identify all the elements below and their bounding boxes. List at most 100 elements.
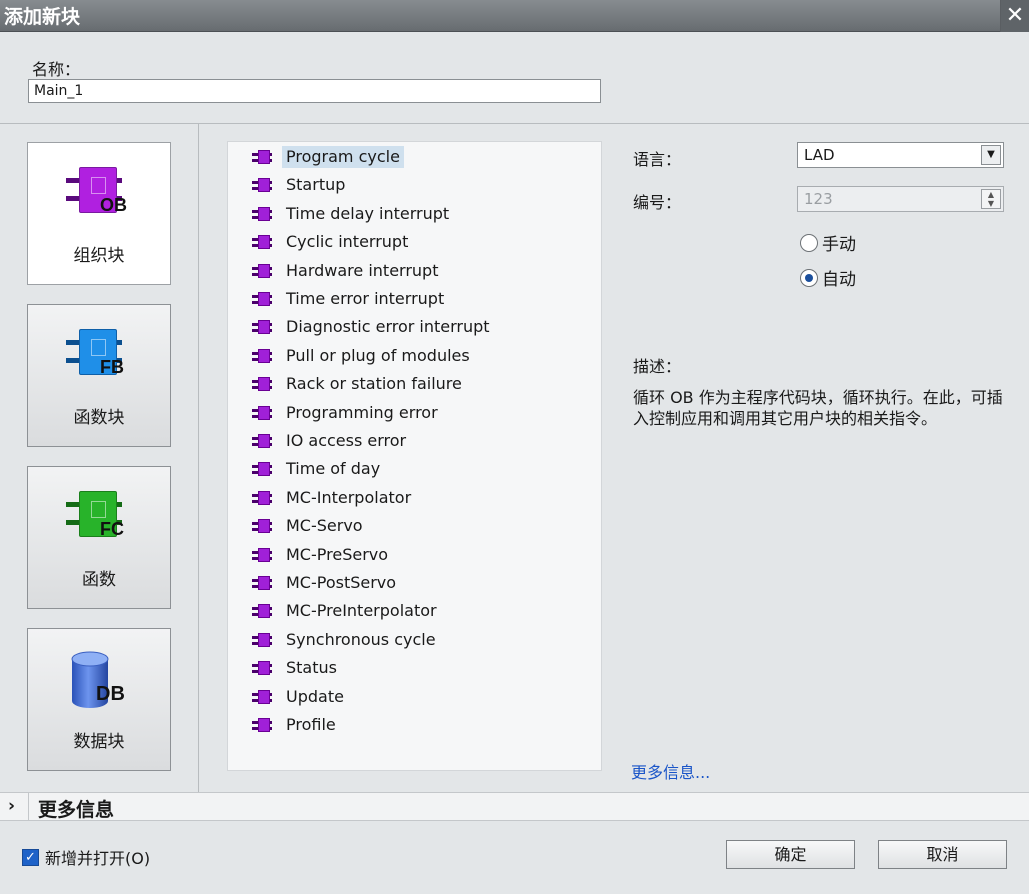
- close-icon[interactable]: ✕: [1000, 0, 1029, 32]
- ob-block-icon: [252, 632, 276, 648]
- block-type-fc-button[interactable]: FC 函数: [27, 466, 171, 609]
- block-type-ob-button[interactable]: OB 组织块: [27, 142, 171, 285]
- ob-block-icon: [252, 234, 276, 250]
- add-and-open-label: 新增并打开(O): [45, 849, 151, 868]
- ob-list-item[interactable]: Program cycle: [252, 145, 404, 169]
- number-label: 编号：: [633, 193, 682, 212]
- block-type-label: 组织块: [73, 246, 125, 266]
- divider: [0, 123, 1029, 124]
- cancel-button[interactable]: 取消: [878, 840, 1007, 869]
- ob-list-item[interactable]: Cyclic interrupt: [252, 230, 412, 254]
- ob-list-item-label: Status: [286, 658, 337, 678]
- ob-block-icon: [252, 405, 276, 421]
- ob-list-item[interactable]: Status: [252, 656, 341, 680]
- radio-auto-label: 自动: [822, 270, 856, 290]
- ob-list-item-label: Rack or station failure: [286, 374, 462, 394]
- ob-block-icon: [252, 547, 276, 563]
- language-label: 语言：: [633, 150, 682, 169]
- more-info-bar[interactable]: › 更多信息: [0, 792, 1029, 821]
- ob-list-item-label: MC-Servo: [286, 516, 363, 536]
- ob-list-item-label: MC-PreServo: [286, 544, 389, 564]
- ob-list-item-label: Pull or plug of modules: [286, 345, 470, 365]
- ob-type-list: Program cycle Startup Time delay interrupt…: [227, 141, 602, 771]
- more-info-bar-label: 更多信息: [38, 799, 115, 821]
- ob-list-item[interactable]: MC-PostServo: [252, 571, 400, 595]
- dialog-title: 添加新块: [4, 6, 81, 28]
- ob-list-item-label: MC-PreInterpolator: [286, 601, 437, 621]
- radio-checked-icon: [800, 268, 818, 287]
- block-type-label: 函数块: [73, 408, 125, 428]
- ob-list-item-label: Program cycle: [282, 146, 404, 168]
- ob-block-icon: [252, 206, 276, 222]
- ob-block-icon: [252, 291, 276, 307]
- radio-manual-label: 手动: [822, 235, 856, 255]
- ob-block-icon: [252, 717, 276, 733]
- ob-list-item-label: Profile: [286, 715, 336, 734]
- ob-list-item-label: MC-Interpolator: [286, 487, 412, 507]
- ob-list-item-label: Update: [286, 686, 344, 706]
- radio-manual[interactable]: 手动: [800, 230, 856, 255]
- block-type-db-button[interactable]: DB 数据块: [27, 628, 171, 771]
- description-label: 描述：: [633, 357, 682, 376]
- radio-auto[interactable]: 自动: [800, 265, 856, 290]
- divider: [28, 793, 29, 821]
- more-info-link[interactable]: 更多信息...: [631, 759, 710, 783]
- ok-button[interactable]: 确定: [726, 840, 855, 869]
- ob-list-item[interactable]: Rack or station failure: [252, 372, 466, 396]
- title-bar: 添加新块 ✕: [0, 0, 1029, 32]
- block-type-label: 数据块: [73, 732, 125, 752]
- ob-block-icon: [252, 490, 276, 506]
- ob-list-item-label: Time error interrupt: [286, 289, 445, 308]
- add-and-open-checkbox[interactable]: ✓ 新增并打开(O): [22, 845, 150, 869]
- ob-list-item[interactable]: MC-PreInterpolator: [252, 599, 441, 623]
- ob-list-item[interactable]: Time error interrupt: [252, 287, 448, 311]
- block-type-label: 函数: [82, 570, 116, 590]
- ob-list-item-label: Time delay interrupt: [286, 203, 450, 223]
- ob-list-item[interactable]: Startup: [252, 173, 349, 197]
- ob-block-icon: [252, 376, 276, 392]
- description-text: 循环 OB 作为主程序代码块，循环执行。在此，可插入控制应用和调用其它用户块的相…: [633, 388, 1003, 428]
- ob-block-icon: [252, 149, 276, 165]
- checkbox-checked-icon: ✓: [22, 848, 39, 866]
- ob-list-item[interactable]: Time of day: [252, 457, 384, 481]
- ob-tag: OB: [100, 195, 127, 215]
- name-input[interactable]: Main_1: [28, 79, 601, 103]
- ob-list-item-label: Programming error: [286, 402, 438, 422]
- ob-block-icon: [252, 689, 276, 705]
- spinner-icon: ▲ ▼: [981, 189, 1001, 209]
- ob-list-item[interactable]: Diagnostic error interrupt: [252, 315, 494, 339]
- ob-list-item[interactable]: Synchronous cycle: [252, 628, 440, 652]
- ob-block-icon: OB: [62, 163, 138, 221]
- fb-block-icon: FB: [62, 325, 138, 383]
- divider: [198, 124, 199, 792]
- number-value: 123: [804, 190, 833, 208]
- fc-block-icon: FC: [62, 487, 138, 545]
- block-type-fb-button[interactable]: FB 函数块: [27, 304, 171, 447]
- ob-list-item[interactable]: MC-PreServo: [252, 543, 392, 567]
- fc-tag: FC: [100, 519, 124, 539]
- db-block-icon: DB: [62, 649, 138, 708]
- language-select[interactable]: LAD ▼: [797, 142, 1004, 168]
- name-label: 名称：: [32, 60, 81, 79]
- ob-list-item[interactable]: Hardware interrupt: [252, 259, 442, 283]
- chevron-down-icon[interactable]: ▼: [981, 145, 1001, 165]
- ob-list-item[interactable]: Time delay interrupt: [252, 202, 453, 226]
- ob-list-item[interactable]: Update: [252, 685, 348, 709]
- ob-list-item[interactable]: Programming error: [252, 401, 442, 425]
- ob-block-icon: [252, 348, 276, 364]
- ob-list-item-label: Synchronous cycle: [286, 629, 436, 649]
- ob-list-item[interactable]: Profile: [252, 713, 340, 737]
- chevron-right-icon[interactable]: ›: [8, 796, 15, 816]
- ob-list-item[interactable]: MC-Servo: [252, 514, 367, 538]
- radio-icon: [800, 233, 818, 252]
- ob-list-item-label: Hardware interrupt: [286, 260, 439, 280]
- number-input: 123 ▲ ▼: [797, 186, 1004, 212]
- ob-list-item[interactable]: MC-Interpolator: [252, 486, 415, 510]
- ob-block-icon: [252, 518, 276, 534]
- ob-list-item-label: Cyclic interrupt: [286, 232, 409, 252]
- ob-block-icon: [252, 433, 276, 449]
- ob-list-item[interactable]: IO access error: [252, 429, 410, 453]
- ob-list-item[interactable]: Pull or plug of modules: [252, 344, 474, 368]
- ob-list-item-label: Time of day: [286, 459, 381, 479]
- ob-block-icon: [252, 603, 276, 619]
